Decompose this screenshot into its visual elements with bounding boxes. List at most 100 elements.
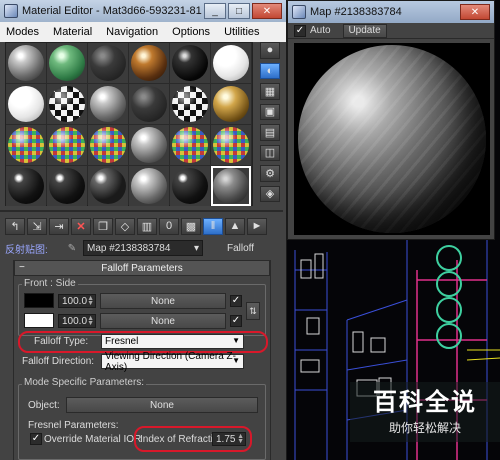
- material-slot[interactable]: [6, 166, 46, 206]
- override-ior-checkbox[interactable]: ✓: [30, 433, 42, 445]
- menu-navigation[interactable]: Navigation: [106, 26, 158, 38]
- get-material-icon[interactable]: ↰: [5, 217, 25, 235]
- swap-colors-icon[interactable]: ⇅: [246, 302, 260, 320]
- material-slot[interactable]: [211, 43, 251, 83]
- sample-sphere-icon[interactable]: ●: [260, 42, 280, 59]
- maximize-button[interactable]: □: [228, 3, 250, 19]
- marble-sphere-preview: [298, 45, 486, 233]
- material-slot[interactable]: [170, 125, 210, 165]
- menu-modes[interactable]: Modes: [6, 26, 39, 38]
- material-sphere-darkgloss: [49, 168, 85, 204]
- material-sphere-darkgloss: [172, 168, 208, 204]
- material-sphere-dark: [90, 45, 126, 81]
- material-slot[interactable]: [6, 125, 46, 165]
- menu-material[interactable]: Material: [53, 26, 92, 38]
- menu-options[interactable]: Options: [172, 26, 210, 38]
- falloff-direction-dropdown[interactable]: Viewing Direction (Camera Z-Axis) ▼: [101, 351, 244, 373]
- highlight-ior: [134, 426, 252, 452]
- chevron-down-icon[interactable]: ▾: [194, 243, 199, 254]
- material-slot-grid: [5, 42, 253, 206]
- front-map-button[interactable]: None: [100, 293, 226, 309]
- material-editor-titlebar[interactable]: Material Editor - Mat3d66-593231-81-... …: [0, 0, 286, 22]
- material-slot[interactable]: [129, 84, 169, 124]
- minimize-button[interactable]: _: [204, 3, 226, 19]
- front-amount-spinner[interactable]: 100.0 ▲ ▼: [58, 294, 96, 308]
- map-window-app-icon: [292, 5, 306, 19]
- material-slot[interactable]: [211, 125, 251, 165]
- front-color-swatch[interactable]: [24, 293, 54, 308]
- rollout-title: Falloff Parameters: [101, 262, 183, 274]
- video-check-icon[interactable]: ▤: [260, 124, 280, 141]
- material-slot[interactable]: [88, 43, 128, 83]
- material-slot[interactable]: [47, 166, 87, 206]
- material-sphere-grey: [131, 168, 167, 204]
- make-copy-icon[interactable]: ❐: [93, 217, 113, 235]
- make-preview-icon[interactable]: ◫: [260, 144, 280, 161]
- material-sphere-gold: [213, 86, 249, 122]
- show-end-result-icon[interactable]: ‖: [203, 217, 223, 235]
- material-slot[interactable]: [129, 43, 169, 83]
- map-name-row: 反射贴图: ✎ Map #2138383784 ▾ Falloff: [5, 239, 283, 257]
- background-icon[interactable]: ▦: [260, 83, 280, 100]
- material-slot[interactable]: [6, 84, 46, 124]
- assign-to-selection-icon[interactable]: ⇥: [49, 217, 69, 235]
- close-button[interactable]: ✕: [252, 3, 282, 19]
- front-map-toggle[interactable]: ✓: [230, 295, 242, 307]
- map-window-close-button[interactable]: ✕: [460, 4, 490, 20]
- material-editor-app-icon: [4, 4, 18, 18]
- select-by-material-icon[interactable]: ◈: [260, 185, 280, 202]
- side-amount-spinner[interactable]: 100.0 ▲ ▼: [58, 314, 96, 328]
- show-shaded-map-icon[interactable]: ▩: [181, 217, 201, 235]
- material-slot[interactable]: [129, 166, 169, 206]
- falloff-parameters-rollout: − Falloff Parameters Front : Side 100.0 ▲…: [13, 260, 271, 460]
- material-slot[interactable]: [88, 125, 128, 165]
- map-type-button[interactable]: Falloff: [227, 243, 254, 254]
- material-slot[interactable]: [129, 125, 169, 165]
- menu-utilities[interactable]: Utilities: [224, 26, 259, 38]
- update-button[interactable]: Update: [342, 23, 387, 38]
- put-to-library-icon[interactable]: ▥: [137, 217, 157, 235]
- side-amount-value: 100.0: [62, 315, 88, 327]
- material-slot[interactable]: [47, 43, 87, 83]
- put-to-scene-icon[interactable]: ⇲: [27, 217, 47, 235]
- material-slot[interactable]: [170, 43, 210, 83]
- go-to-parent-icon[interactable]: ▲: [225, 217, 245, 235]
- side-color-swatch[interactable]: [24, 313, 54, 328]
- map-preview-view[interactable]: [294, 43, 490, 235]
- material-sphere-redgloss: [90, 168, 126, 204]
- watermark: 百科全说 助你轻松解决: [350, 382, 500, 442]
- material-sphere-color: [49, 127, 85, 163]
- backlight-icon[interactable]: ◐: [260, 62, 280, 79]
- tiling-icon[interactable]: ▣: [260, 103, 280, 120]
- material-slot[interactable]: [88, 166, 128, 206]
- grid-toolbar-separator: [0, 210, 283, 212]
- material-sphere-color: [90, 127, 126, 163]
- material-slot[interactable]: [211, 166, 251, 206]
- reset-map-icon[interactable]: ✕: [71, 217, 91, 235]
- material-id-channel-icon[interactable]: 0: [159, 217, 179, 235]
- map-name-field[interactable]: Map #2138383784 ▾: [83, 240, 203, 256]
- menu-bar: Modes Material Navigation Options Utilit…: [0, 22, 286, 42]
- map-window-titlebar[interactable]: Map #2138383784 ✕: [288, 1, 494, 23]
- side-map-button[interactable]: None: [100, 313, 226, 329]
- material-slot[interactable]: [170, 166, 210, 206]
- collapse-icon[interactable]: −: [19, 262, 25, 273]
- object-picker-button[interactable]: None: [66, 397, 258, 413]
- go-forward-to-sibling-icon[interactable]: ►: [247, 217, 267, 235]
- rollout-header[interactable]: − Falloff Parameters: [14, 260, 270, 276]
- make-unique-icon[interactable]: ◇: [115, 217, 135, 235]
- material-sphere-color: [8, 127, 44, 163]
- options-icon[interactable]: ⚙: [260, 165, 280, 182]
- material-slot[interactable]: [47, 125, 87, 165]
- map-window-title: Map #2138383784: [310, 6, 402, 18]
- eyedropper-icon[interactable]: ✎: [65, 241, 79, 255]
- material-slot[interactable]: [170, 84, 210, 124]
- auto-checkbox[interactable]: ✓: [294, 24, 306, 37]
- material-slot[interactable]: [6, 43, 46, 83]
- side-map-toggle[interactable]: ✓: [230, 315, 242, 327]
- material-slot[interactable]: [47, 84, 87, 124]
- front-side-title: Front : Side: [22, 278, 78, 289]
- material-slot[interactable]: [211, 84, 251, 124]
- watermark-subtitle: 助你轻松解决: [388, 421, 461, 435]
- material-slot[interactable]: [88, 84, 128, 124]
